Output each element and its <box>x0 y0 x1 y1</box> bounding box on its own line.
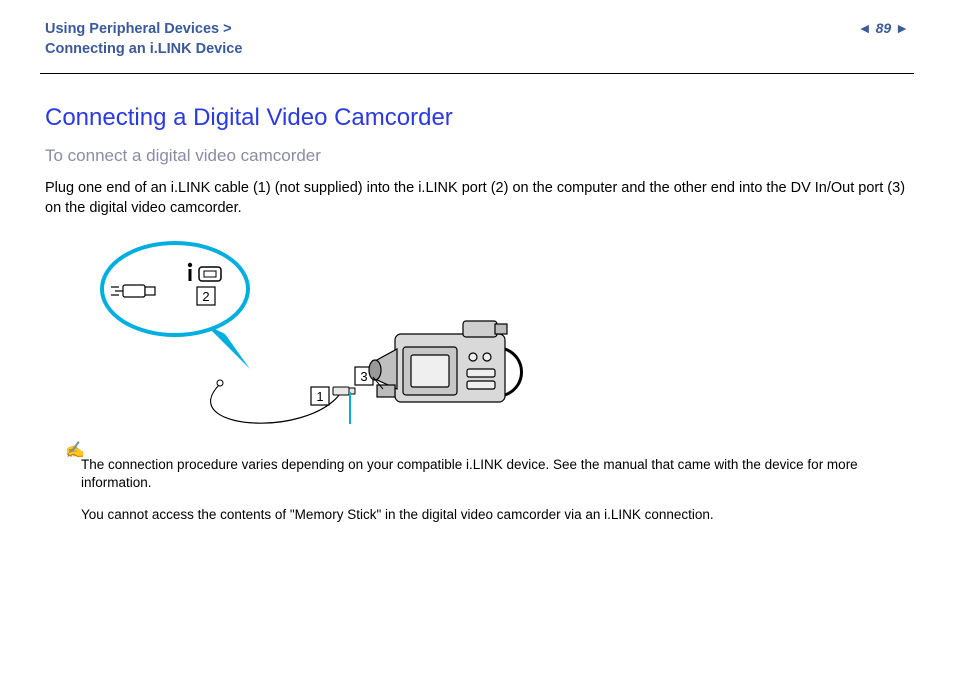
note-block: ✍ The connection procedure varies depend… <box>45 448 909 525</box>
prev-page-arrow-icon[interactable]: ◄ <box>858 20 872 36</box>
section-subtitle: To connect a digital video camcorder <box>45 146 909 166</box>
page-navigation: ◄ 89 ► <box>858 20 909 36</box>
note-text-2: You cannot access the contents of "Memor… <box>81 506 909 524</box>
next-page-arrow-icon[interactable]: ► <box>895 20 909 36</box>
connection-diagram: 2 1 3 <box>75 229 545 444</box>
callout-1-label: 1 <box>316 389 323 404</box>
note-text-1: The connection procedure varies dependin… <box>81 456 909 492</box>
callout-3-label: 3 <box>360 369 367 384</box>
instruction-text: Plug one end of an i.LINK cable (1) (not… <box>45 178 909 219</box>
section-title: Connecting a Digital Video Camcorder <box>45 104 909 132</box>
breadcrumb-page: Connecting an i.LINK Device <box>45 40 242 60</box>
breadcrumb-section[interactable]: Using Peripheral Devices <box>45 20 242 40</box>
breadcrumb: Using Peripheral Devices Connecting an i… <box>45 20 242 59</box>
note-icon: ✍ <box>65 440 85 460</box>
page-number: 89 <box>876 20 892 36</box>
page-header: Using Peripheral Devices Connecting an i… <box>0 0 954 67</box>
page-content: Connecting a Digital Video Camcorder To … <box>0 74 954 524</box>
callout-2-label: 2 <box>202 289 209 304</box>
